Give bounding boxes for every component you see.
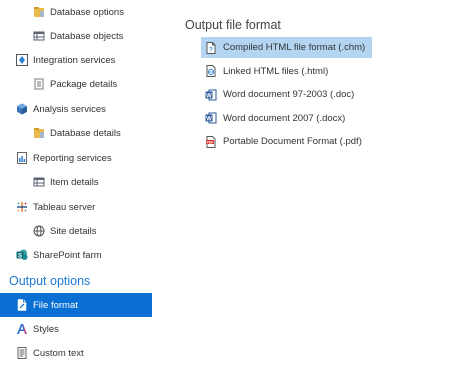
sidebar-item-sharepoint-farm[interactable]: S SharePoint farm: [0, 243, 152, 267]
format-option-pdf[interactable]: PDF Portable Document Format (.pdf): [201, 131, 372, 152]
svg-text:PDF: PDF: [207, 140, 215, 144]
sidebar-item-integration-services[interactable]: Integration services: [0, 48, 152, 72]
reporting-services-icon: [16, 152, 28, 164]
analysis-services-icon: [16, 103, 28, 115]
format-label: Linked HTML files (.html): [223, 65, 329, 77]
word-doc-icon: W: [205, 89, 217, 101]
sidebar-item-database-objects[interactable]: Database objects: [0, 24, 152, 48]
sidebar-item-tableau-server[interactable]: Tableau server: [0, 195, 152, 219]
sidebar-item-site-details[interactable]: Site details: [0, 219, 152, 243]
sidebar-item-label: SharePoint farm: [33, 249, 102, 261]
sidebar-item-label: Database details: [50, 127, 121, 139]
sidebar-item-label: Reporting services: [33, 152, 112, 164]
sidebar-item-database-details[interactable]: Database details: [0, 121, 152, 145]
sidebar-item-label: Item details: [50, 176, 99, 188]
sidebar-item-package-details[interactable]: Package details: [0, 72, 152, 96]
item-details-icon: [33, 176, 45, 188]
format-list: ? Compiled HTML file format (.chm) Linke…: [201, 37, 372, 155]
sidebar-item-custom-text[interactable]: Custom text: [0, 341, 152, 365]
svg-text:W: W: [206, 93, 212, 99]
integration-services-icon: [16, 54, 28, 66]
sidebar-item-label: Database options: [50, 6, 124, 18]
svg-text:W: W: [206, 116, 212, 122]
page-title: Output file format: [185, 18, 281, 32]
sharepoint-farm-icon: S: [16, 249, 28, 261]
format-option-chm[interactable]: ? Compiled HTML file format (.chm): [201, 37, 372, 58]
sidebar-item-label: Database objects: [50, 30, 124, 42]
format-label: Word document 2007 (.docx): [223, 112, 346, 124]
format-option-doc[interactable]: W Word document 97-2003 (.doc): [201, 84, 372, 105]
database-options-icon: [33, 6, 45, 18]
tableau-server-icon: [16, 201, 28, 213]
word-docx-icon: W: [205, 112, 217, 124]
output-options-heading: Output options: [9, 274, 91, 288]
package-details-icon: [33, 78, 45, 90]
file-format-icon: [16, 299, 28, 311]
styles-icon: [16, 323, 28, 335]
site-details-icon: [33, 225, 45, 237]
sidebar-item-item-details[interactable]: Item details: [0, 170, 152, 194]
output-file-format-panel: Output file format ? Compiled HTML file …: [185, 0, 474, 366]
database-objects-icon: [33, 30, 45, 42]
sidebar-item-label: Tableau server: [33, 201, 96, 213]
sidebar-item-database-options[interactable]: Database options: [0, 0, 152, 24]
sidebar-item-label: File format: [33, 299, 78, 311]
sidebar-item-reporting-services[interactable]: Reporting services: [0, 146, 152, 170]
custom-text-icon: [16, 347, 28, 359]
format-label: Portable Document Format (.pdf): [223, 136, 362, 147]
sidebar-item-label: Site details: [50, 225, 97, 237]
format-option-docx[interactable]: W Word document 2007 (.docx): [201, 108, 372, 129]
sidebar-item-file-format[interactable]: File format: [0, 293, 152, 317]
sidebar: Database options Database objects Integr…: [0, 0, 152, 366]
sidebar-item-styles[interactable]: Styles: [0, 317, 152, 341]
chm-file-icon: ?: [205, 41, 217, 54]
svg-text:?: ?: [209, 47, 213, 53]
format-label: Compiled HTML file format (.chm): [223, 42, 366, 53]
pdf-file-icon: PDF: [205, 135, 217, 148]
format-option-html[interactable]: Linked HTML files (.html): [201, 61, 372, 82]
format-label: Word document 97-2003 (.doc): [223, 89, 355, 100]
sidebar-item-label: Analysis services: [33, 103, 106, 115]
sidebar-item-label: Integration services: [33, 54, 116, 66]
sidebar-item-label: Custom text: [33, 347, 84, 359]
html-file-icon: [205, 65, 217, 77]
sidebar-item-label: Package details: [50, 78, 118, 90]
sidebar-item-analysis-services[interactable]: Analysis services: [0, 97, 152, 121]
database-details-icon: [33, 127, 45, 139]
sidebar-item-label: Styles: [33, 323, 59, 335]
svg-text:S: S: [18, 253, 22, 259]
